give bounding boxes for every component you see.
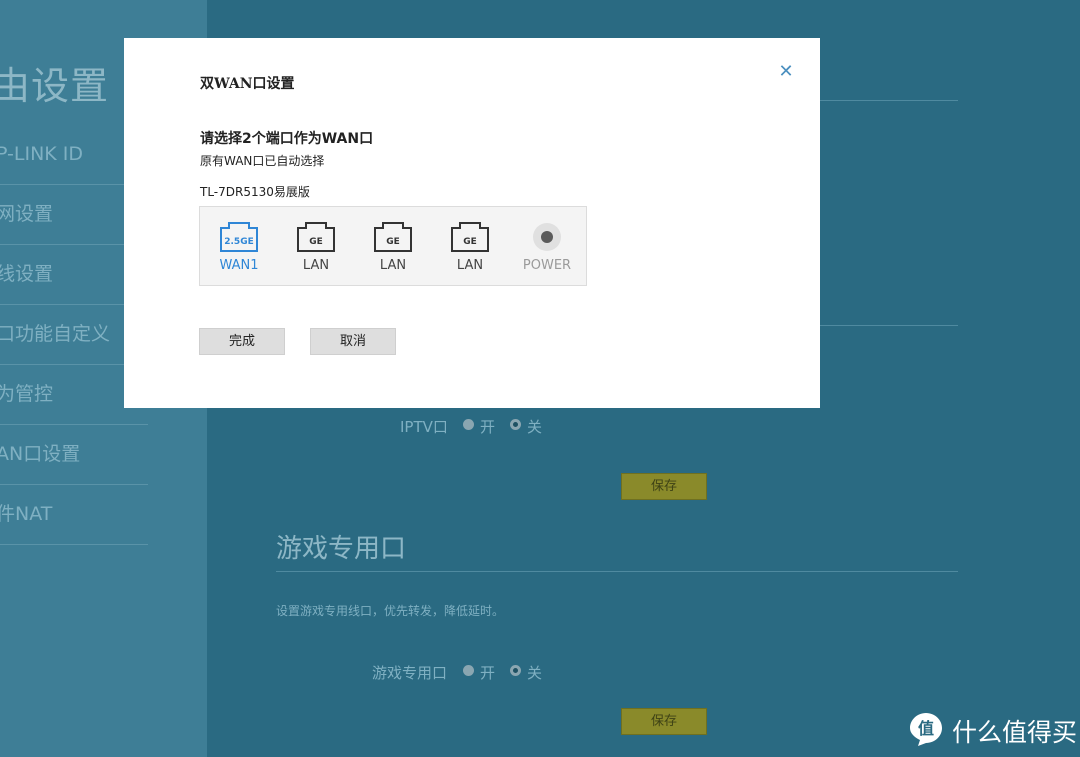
ethernet-port-icon: GE bbox=[374, 222, 412, 252]
game-port-on-radio[interactable] bbox=[463, 665, 474, 676]
port-label: POWER bbox=[522, 258, 572, 273]
watermark-text: 什么值得买 bbox=[952, 718, 1078, 747]
iptv-label: IPTV口 bbox=[400, 418, 448, 436]
device-model: TL-7DR5130易展版 bbox=[200, 185, 310, 199]
save-button[interactable]: 保存 bbox=[621, 473, 707, 500]
game-port-description: 设置游戏专用线口，优先转发，降低延时。 bbox=[276, 604, 505, 618]
divider bbox=[276, 571, 958, 572]
game-port-off-radio[interactable] bbox=[510, 665, 521, 676]
port-panel: 2.5GE WAN1 GE LAN GE LAN GE LAN POWER bbox=[199, 206, 587, 286]
watermark-logo-glyph: 值 bbox=[918, 719, 934, 738]
port-label: WAN1 bbox=[219, 258, 259, 273]
ethernet-port-icon: 2.5GE bbox=[220, 222, 258, 252]
smzdm-logo-icon: 值 bbox=[910, 713, 942, 746]
dialog-title: 双WAN口设置 bbox=[200, 76, 295, 92]
cancel-button[interactable]: 取消 bbox=[310, 328, 396, 355]
dialog-subtext: 原有WAN口已自动选择 bbox=[200, 154, 325, 168]
port-badge: GE bbox=[309, 237, 323, 247]
game-port-on-label: 开 bbox=[480, 664, 496, 682]
game-port-save-button[interactable]: 保存 bbox=[621, 708, 707, 735]
ethernet-port-icon: GE bbox=[451, 222, 489, 252]
dual-wan-dialog: 双WAN口设置 ✕ 请选择2个端口作为WAN口 原有WAN口已自动选择 TL-7… bbox=[124, 38, 820, 408]
iptv-off-radio[interactable] bbox=[510, 419, 521, 430]
power-port-icon bbox=[533, 223, 561, 251]
port-lan[interactable]: GE LAN bbox=[291, 221, 341, 273]
close-icon[interactable]: ✕ bbox=[776, 62, 796, 82]
game-port-section-title: 游戏专用口 bbox=[276, 534, 407, 564]
port-badge: 2.5GE bbox=[224, 237, 253, 247]
iptv-off-label: 关 bbox=[527, 418, 543, 436]
port-badge: GE bbox=[386, 237, 400, 247]
game-port-label: 游戏专用口 bbox=[372, 664, 448, 682]
dialog-heading: 请选择2个端口作为WAN口 bbox=[200, 131, 374, 147]
port-label: LAN bbox=[379, 258, 407, 273]
port-label: LAN bbox=[456, 258, 484, 273]
iptv-on-label: 开 bbox=[480, 418, 496, 436]
done-button[interactable]: 完成 bbox=[199, 328, 285, 355]
port-label: LAN bbox=[302, 258, 330, 273]
game-port-off-label: 关 bbox=[527, 664, 543, 682]
sidebar-item-hardware-nat[interactable]: 件NAT bbox=[0, 485, 148, 545]
port-lan[interactable]: GE LAN bbox=[445, 221, 495, 273]
ethernet-port-icon: GE bbox=[297, 222, 335, 252]
port-lan[interactable]: GE LAN bbox=[368, 221, 418, 273]
port-wan1[interactable]: 2.5GE WAN1 bbox=[214, 221, 264, 273]
sidebar-item-wan-settings[interactable]: AN口设置 bbox=[0, 425, 148, 485]
port-power: POWER bbox=[522, 221, 572, 273]
sidebar-title: 由设置 bbox=[0, 64, 110, 108]
iptv-on-radio[interactable] bbox=[463, 419, 474, 430]
port-badge: GE bbox=[463, 237, 477, 247]
